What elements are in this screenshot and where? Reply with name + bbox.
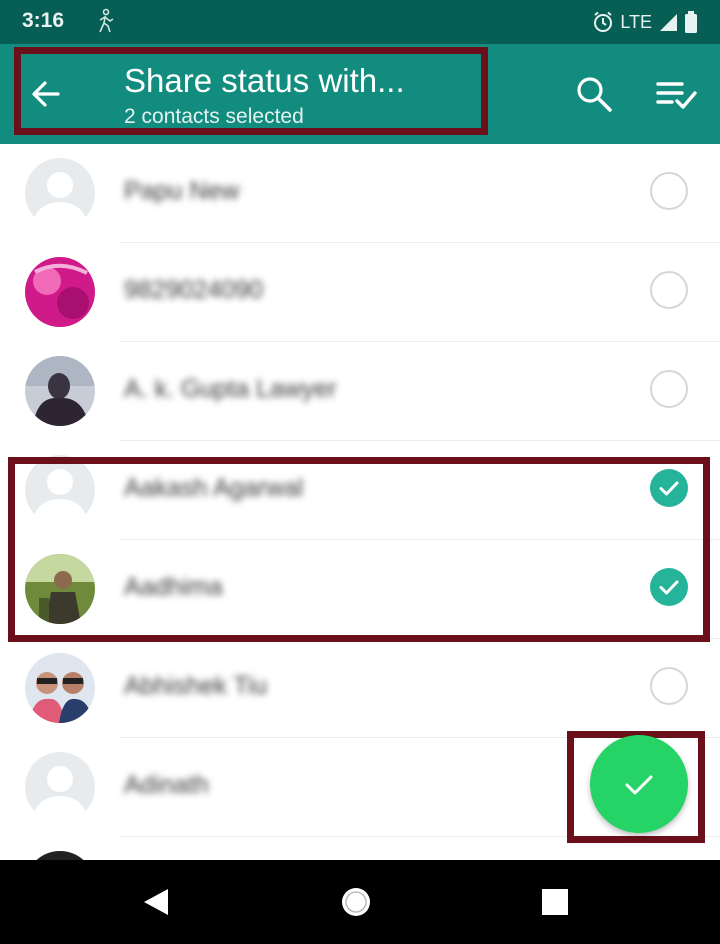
select-radio[interactable] [650, 667, 688, 705]
contact-name: Adinath [124, 771, 209, 799]
contact-photo-avatar [25, 851, 95, 860]
contact-name: 9829024090 [124, 276, 264, 304]
nav-back-icon[interactable] [140, 886, 172, 918]
select-radio[interactable] [650, 172, 688, 210]
default-avatar [25, 158, 95, 228]
select-all-icon[interactable] [654, 74, 698, 114]
contact-row[interactable]: Papu New [0, 144, 720, 243]
contact-row[interactable]: A. k. Gupta Lawyer [0, 342, 720, 441]
selected-contacts-highlight-box [8, 457, 710, 642]
contact-name: Abhishek Tiu [124, 672, 268, 700]
default-avatar [25, 752, 95, 822]
activity-icon [99, 8, 114, 33]
title-highlight-box [14, 47, 488, 135]
alarm-icon [594, 11, 613, 32]
status-bar: 3:16 LTE [0, 0, 720, 44]
network-type: LTE [620, 11, 652, 32]
select-radio[interactable] [650, 271, 688, 309]
check-icon [625, 775, 653, 795]
status-indicators: LTE [592, 8, 698, 36]
battery-icon [685, 11, 697, 33]
select-radio[interactable] [650, 370, 688, 408]
nav-home-icon[interactable] [338, 884, 374, 920]
confirm-fab-button[interactable] [590, 735, 688, 833]
system-nav-bar [0, 860, 720, 944]
contact-photo-avatar [25, 257, 95, 327]
nav-recents-icon[interactable] [541, 888, 569, 916]
signal-icon [660, 14, 677, 31]
contact-photo-avatar [25, 356, 95, 426]
contact-row[interactable]: 9829024090 [0, 243, 720, 342]
status-time: 3:16 [22, 9, 65, 32]
contact-name: A. k. Gupta Lawyer [124, 375, 337, 403]
contact-photo-avatar [25, 653, 95, 723]
contact-row[interactable]: Abhishek Tiu [0, 639, 720, 738]
search-icon[interactable] [574, 74, 614, 114]
contact-name: Papu New [124, 177, 240, 205]
